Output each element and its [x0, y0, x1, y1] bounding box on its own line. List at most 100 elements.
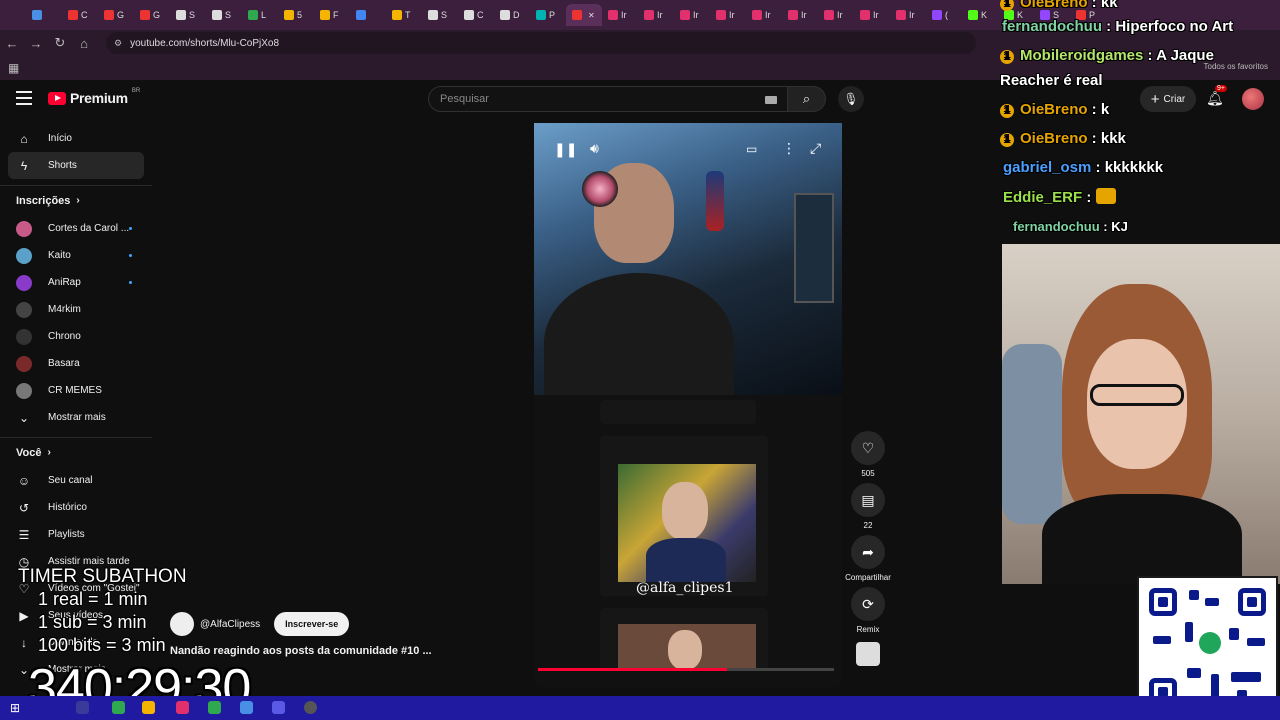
tab-title: S — [225, 10, 232, 20]
browser-tab[interactable]: ( — [926, 4, 962, 26]
keyboard-icon[interactable] — [765, 96, 777, 104]
sidebar-item[interactable]: Kaito — [0, 242, 152, 269]
share-icon: ➦ — [862, 543, 874, 560]
tab-favicon-icon — [932, 10, 942, 20]
more-options-icon[interactable]: ⋮ — [782, 140, 796, 157]
sidebar-item[interactable]: ϟ Shorts — [8, 152, 144, 179]
windows-start-icon[interactable]: ⊞ — [10, 701, 20, 715]
home-browser-icon[interactable]: ⌂ — [72, 31, 96, 55]
menu-icon[interactable] — [16, 91, 32, 105]
post-face-bottom — [668, 630, 702, 670]
browser-tab[interactable]: D — [494, 4, 530, 26]
fullscreen-icon[interactable]: ⤢ — [810, 140, 821, 157]
sidebar-item[interactable]: M4rkim — [0, 296, 152, 323]
subscribe-button[interactable]: Inscrever-se — [274, 612, 350, 636]
tab-title: 5 — [297, 10, 303, 20]
apps-grid-icon[interactable]: ▦ — [8, 61, 19, 75]
taskbar-app-icon[interactable] — [272, 701, 285, 714]
sidebar-item[interactable]: ☺ Seu canal — [0, 467, 152, 494]
chat-message: gabriel_osm : kkkkkkk — [1003, 159, 1163, 176]
address-bar[interactable]: ⚙ youtube.com/shorts/Mlu-CoPjXo8 — [106, 32, 976, 54]
browser-tab[interactable]: 5 — [278, 4, 314, 26]
tab-title: T — [405, 10, 411, 20]
browser-tab[interactable]: Ir — [674, 4, 710, 26]
comments-button[interactable]: ▤ 22 — [851, 483, 885, 530]
pause-icon[interactable]: ❚❚ — [554, 141, 577, 158]
taskbar-app-icon[interactable] — [176, 701, 189, 714]
sidebar-item[interactable]: ⌄ Mostrar mais — [0, 404, 152, 431]
channel-thumbnail[interactable] — [856, 642, 880, 666]
qr-module — [1205, 598, 1219, 606]
sidebar-item-label: Shorts — [48, 160, 77, 171]
channel-icon: ☺ — [17, 473, 31, 488]
remix-button[interactable]: ⟳ Remix — [851, 587, 885, 634]
browser-tab[interactable]: Ir — [782, 4, 818, 26]
post-card-middle — [600, 436, 768, 596]
sidebar-item[interactable]: Cortes da Carol ... — [0, 215, 152, 242]
channel-name[interactable]: @AlfaClipess — [200, 619, 260, 630]
close-tab-icon[interactable]: ✕ — [588, 11, 595, 20]
browser-tab[interactable]: T — [386, 4, 422, 26]
browser-tab[interactable]: Ir — [746, 4, 782, 26]
taskbar-app-icon[interactable] — [208, 701, 221, 714]
like-button[interactable]: ♡ 505 — [851, 431, 885, 478]
browser-tab[interactable] — [350, 4, 386, 26]
volume-icon[interactable]: 🔊︎ — [590, 140, 599, 157]
sidebar-item[interactable]: ⌂ Início — [0, 125, 152, 152]
sidebar-item[interactable]: ☰ Playlists — [0, 521, 152, 548]
tab-favicon-icon — [536, 10, 546, 20]
browser-tab[interactable]: Ir — [638, 4, 674, 26]
taskbar-app-icon[interactable] — [112, 701, 125, 714]
sidebar-item[interactable]: Chrono — [0, 323, 152, 350]
browser-tab[interactable]: C — [62, 4, 98, 26]
browser-tab[interactable]: Ir — [818, 4, 854, 26]
sidebar-item[interactable]: Basara — [0, 350, 152, 377]
taskbar-app-icon[interactable] — [304, 701, 317, 714]
browser-tab[interactable]: G — [134, 4, 170, 26]
share-button[interactable]: ➦ Compartilhar — [845, 535, 891, 582]
subathon-rule: 1 sub = 3 min — [38, 612, 147, 632]
browser-tab[interactable]: S — [206, 4, 242, 26]
browser-tab[interactable]: Ir — [710, 4, 746, 26]
browser-tab[interactable]: K — [962, 4, 998, 26]
chat-message: Eddie_ERF : — [1003, 188, 1116, 206]
sidebar-item[interactable]: ↺ Histórico — [0, 494, 152, 521]
browser-tab[interactable]: S — [422, 4, 458, 26]
short-video-pip[interactable]: ❚❚ 🔊︎ ▭ ⋮ ⤢ — [534, 123, 842, 395]
captions-icon[interactable]: ▭ — [746, 142, 757, 156]
search-input[interactable]: Pesquisar — [428, 86, 788, 112]
browser-tab[interactable]: ✕ — [566, 4, 602, 26]
youtube-logo[interactable]: Premium BR — [48, 88, 140, 106]
voice-search-button[interactable]: 🎙 — [838, 86, 864, 112]
browser-tab[interactable]: C — [458, 4, 494, 26]
sidebar-item[interactable]: AniRap — [0, 269, 152, 296]
browser-tab[interactable]: G — [98, 4, 134, 26]
browser-tab[interactable]: S — [170, 4, 206, 26]
sidebar-item-label: Kaito — [48, 250, 71, 261]
back-icon[interactable]: ← — [0, 31, 24, 55]
sidebar-section-title[interactable]: Você › — [0, 437, 152, 467]
tab-favicon-icon — [428, 10, 438, 20]
subscription-avatar — [16, 382, 32, 399]
task-view-icon[interactable] — [76, 701, 89, 714]
browser-tab[interactable]: Ir — [854, 4, 890, 26]
sidebar-item[interactable]: CR MEMES — [0, 377, 152, 404]
post-image — [618, 464, 756, 582]
sidebar-section-title[interactable]: Inscrições › — [0, 185, 152, 215]
browser-tab[interactable] — [26, 4, 62, 26]
browser-tab[interactable]: Ir — [890, 4, 926, 26]
forward-icon[interactable]: → — [24, 31, 48, 55]
browser-tab[interactable]: F — [314, 4, 350, 26]
search-button[interactable]: ⌕ — [788, 86, 826, 112]
short-progress-bar[interactable] — [538, 668, 834, 671]
site-info-icon[interactable]: ⚙ — [114, 38, 122, 49]
short-video-frame[interactable] — [598, 400, 770, 670]
taskbar-app-icon[interactable] — [240, 701, 253, 714]
folder-icon[interactable] — [142, 701, 155, 714]
short-title[interactable]: Nandão reagindo aos posts da comunidade … — [170, 645, 432, 657]
reload-icon[interactable]: ↻ — [48, 31, 72, 55]
browser-tab[interactable]: L — [242, 4, 278, 26]
browser-tab[interactable]: P — [530, 4, 566, 26]
browser-tab[interactable]: Ir — [602, 4, 638, 26]
tab-favicon-icon — [896, 10, 906, 20]
